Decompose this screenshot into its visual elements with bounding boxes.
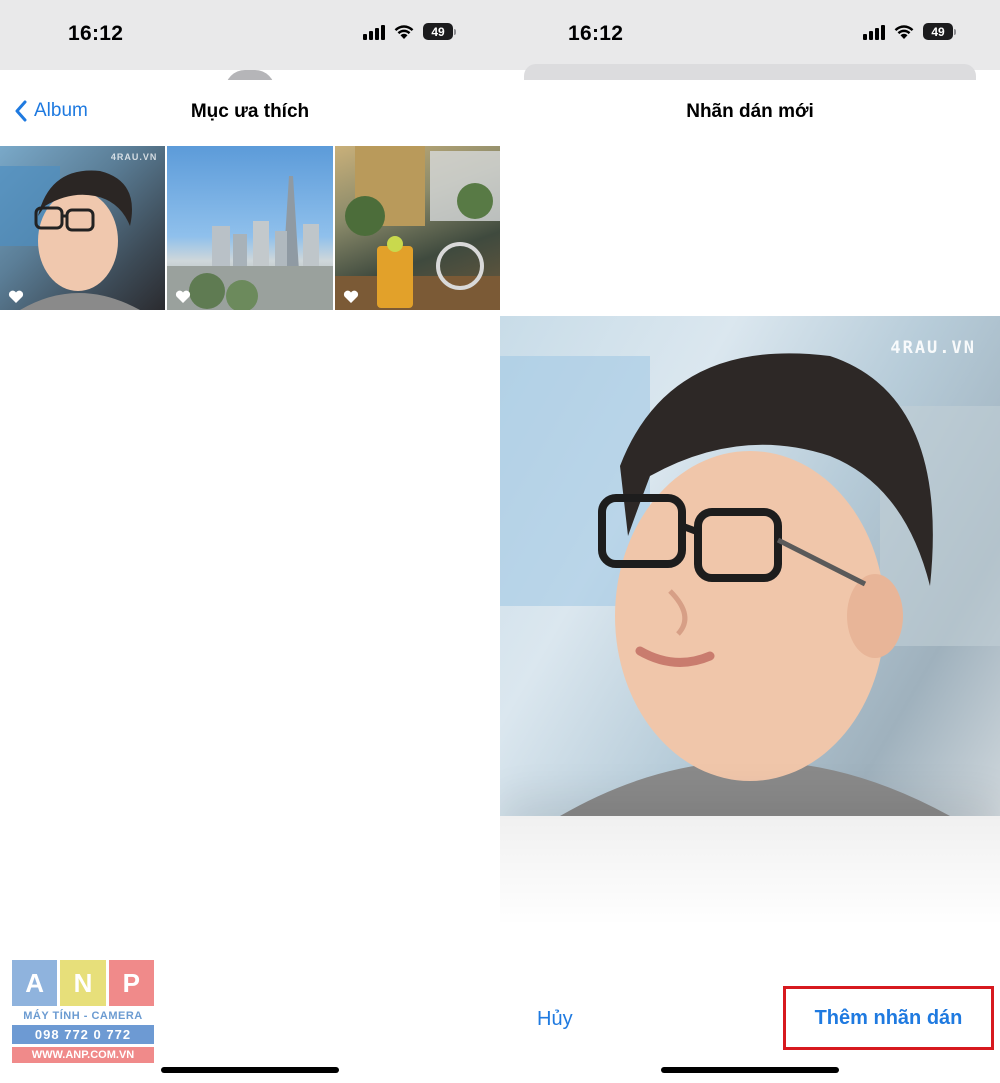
status-time: 16:12 [568, 22, 624, 45]
page-title: Mục ưa thích [190, 101, 310, 122]
add-sticker-button[interactable]: Thêm nhãn dán [815, 1007, 963, 1030]
favorite-heart-icon [343, 290, 358, 303]
photo-thumbnail-portrait[interactable]: 4RAU.VN [0, 146, 166, 310]
left-phone-screen: 16:12 49 Album Mục ưa thích 4RAU.VN A N … [0, 0, 500, 1083]
wifi-icon [394, 24, 414, 39]
wifi-icon [894, 24, 914, 39]
cellular-signal-icon [863, 24, 885, 40]
portrait-photo-art [0, 166, 140, 310]
cancel-button[interactable]: Hủy [537, 1008, 573, 1031]
photo-grid: 4RAU.VN [0, 146, 500, 310]
status-bar: 16:12 49 [500, 0, 1000, 70]
status-icons: 49 [863, 23, 956, 40]
cellular-signal-icon [363, 24, 385, 40]
anp-logo: A N P MÁY TÍNH - CAMERA 098 772 0 772 WW… [12, 960, 154, 1063]
preview-watermark: 4RAU.VN [890, 338, 976, 358]
status-time: 16:12 [68, 22, 124, 45]
nav-bar: Album Mục ưa thích [0, 80, 500, 144]
photo-thumbnail-city-skyline[interactable] [167, 146, 333, 310]
sheet-title: Nhãn dán mới [686, 101, 814, 122]
status-icons: 49 [363, 23, 456, 40]
logo-website: WWW.ANP.COM.VN [12, 1047, 154, 1063]
new-sticker-sheet: Nhãn dán mới 4RAU.VN [500, 80, 1000, 1083]
sticker-preview[interactable]: 4RAU.VN [500, 316, 1000, 816]
battery-icon: 49 [923, 23, 956, 40]
add-sticker-highlight: Thêm nhãn dán [783, 986, 994, 1050]
battery-icon: 49 [423, 23, 456, 40]
sticker-portrait-art [500, 353, 1000, 816]
logo-letter: N [60, 960, 106, 1006]
status-bar: 16:12 49 [0, 0, 500, 70]
home-indicator[interactable] [661, 1067, 839, 1073]
logo-letter: A [12, 960, 58, 1006]
favorite-heart-icon [176, 290, 191, 303]
photo-watermark: 4RAU.VN [110, 152, 158, 162]
photo-thumbnail-cafe-drink[interactable] [334, 146, 500, 310]
logo-letter: P [108, 960, 154, 1006]
right-phone-screen: 16:12 49 Nhãn dán mới 4RAU.VN Hủy Thêm n… [500, 0, 1000, 1083]
logo-tagline: MÁY TÍNH - CAMERA [23, 1010, 143, 1022]
cafe-photo-art [334, 146, 500, 310]
battery-level: 49 [423, 23, 453, 40]
skyline-photo-art [167, 176, 333, 310]
logo-phone: 098 772 0 772 [12, 1025, 154, 1044]
favorite-heart-icon [8, 290, 24, 303]
preview-shadow [500, 816, 1000, 926]
battery-level: 49 [923, 23, 953, 40]
home-indicator[interactable] [161, 1067, 339, 1073]
favorites-sheet: Album Mục ưa thích 4RAU.VN [0, 80, 500, 1083]
